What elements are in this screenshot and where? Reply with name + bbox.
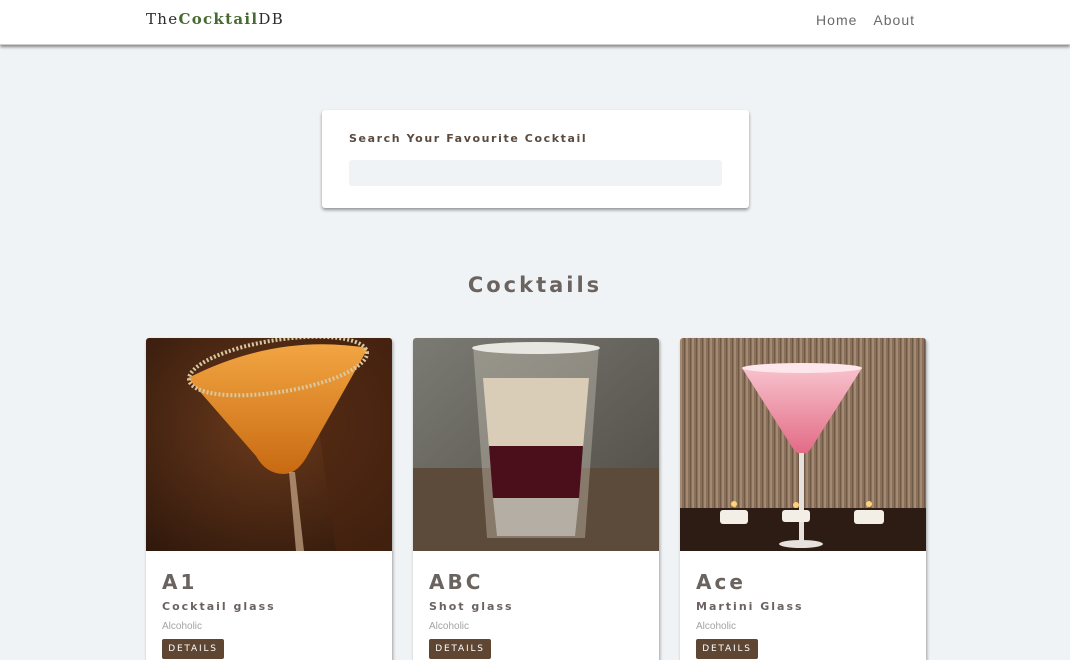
cocktail-image-a1 xyxy=(146,338,392,551)
site-logo[interactable]: TheCocktailDB xyxy=(146,10,284,28)
navbar: TheCocktailDB Home About xyxy=(0,0,1070,45)
logo-prefix: The xyxy=(146,10,179,28)
details-button[interactable]: DETAILS xyxy=(429,639,491,659)
search-input[interactable] xyxy=(349,160,722,186)
cocktail-name: ABC xyxy=(429,570,484,594)
details-button[interactable]: DETAILS xyxy=(162,639,224,659)
cocktail-type: Alcoholic xyxy=(162,621,203,632)
cocktail-glass: Martini Glass xyxy=(696,600,804,613)
cocktail-type: Alcoholic xyxy=(696,621,737,632)
search-label: Search Your Favourite Cocktail xyxy=(349,132,588,145)
cocktail-glass: Cocktail glass xyxy=(162,600,276,613)
nav-link-about[interactable]: About xyxy=(873,12,915,28)
cocktail-image-ace xyxy=(680,338,926,551)
nav-links: Home About xyxy=(816,12,915,28)
cocktail-card: A1 Cocktail glass Alcoholic DETAILS xyxy=(146,338,392,660)
logo-accent: Cocktail xyxy=(178,10,259,28)
cocktail-name: Ace xyxy=(696,570,746,594)
cocktail-card: ABC Shot glass Alcoholic DETAILS xyxy=(413,338,659,660)
section-title: Cocktails xyxy=(467,273,603,297)
cocktail-card: Ace Martini Glass Alcoholic DETAILS xyxy=(680,338,926,660)
logo-suffix: DB xyxy=(258,10,285,28)
cocktail-image-abc xyxy=(413,338,659,551)
cocktail-name: A1 xyxy=(162,570,198,594)
cocktail-glass: Shot glass xyxy=(429,600,514,613)
details-button[interactable]: DETAILS xyxy=(696,639,758,659)
nav-link-home[interactable]: Home xyxy=(816,12,857,28)
cocktail-type: Alcoholic xyxy=(429,621,470,632)
search-form: Search Your Favourite Cocktail xyxy=(322,110,749,208)
